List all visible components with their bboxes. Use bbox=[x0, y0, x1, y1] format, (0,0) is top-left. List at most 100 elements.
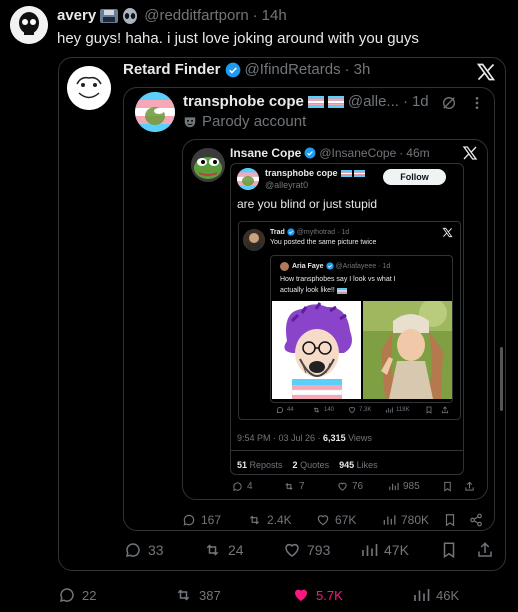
repost-icon bbox=[250, 515, 259, 525]
q2-like-count: 67K bbox=[335, 513, 357, 527]
q3-author-name[interactable]: Insane Cope bbox=[230, 146, 301, 160]
q3-reply-action[interactable]: 4 bbox=[232, 481, 253, 492]
trans-flag-emoji-icon bbox=[336, 287, 347, 294]
q5-avatar[interactable] bbox=[243, 229, 265, 251]
x-logo-icon bbox=[442, 227, 453, 238]
q4-quotes-link[interactable]: 2 Quotes bbox=[293, 460, 330, 470]
q3-avatar[interactable] bbox=[191, 148, 225, 182]
q6-tweet-text-line2: actually look like!! bbox=[280, 287, 335, 294]
outer-author-name[interactable]: avery bbox=[57, 7, 96, 24]
q6-handle[interactable]: @Ariafayeee bbox=[336, 263, 377, 270]
q4-timestamp-row: 9:54 PM · 03 Jul 26 · 6,315 Views bbox=[237, 433, 372, 443]
trans-flag-avatar-icon bbox=[135, 92, 175, 132]
bookmark-icon[interactable] bbox=[443, 513, 457, 527]
q1-repost-action[interactable]: 24 bbox=[203, 541, 244, 559]
dot-separator: · bbox=[252, 7, 258, 24]
q3-reply-count: 4 bbox=[247, 481, 253, 492]
q4-likes-label: Likes bbox=[354, 460, 378, 470]
q5-views-count: 118K bbox=[396, 407, 410, 413]
q2-views-action[interactable]: 780K bbox=[382, 513, 429, 527]
q6-time[interactable]: 1d bbox=[382, 263, 390, 270]
q1-avatar[interactable] bbox=[67, 66, 111, 110]
heart-icon bbox=[348, 407, 356, 414]
views-chart-icon bbox=[414, 589, 430, 601]
q5-tweet-text: You posted the same picture twice bbox=[270, 239, 377, 246]
bookmark-icon[interactable] bbox=[440, 541, 458, 559]
outer-like-action[interactable]: 5.7K bbox=[292, 586, 343, 604]
reply-icon bbox=[59, 588, 74, 603]
q1-like-action[interactable]: 793 bbox=[283, 541, 330, 559]
q2-handle[interactable]: @alle... bbox=[348, 93, 399, 110]
q2-avatar[interactable] bbox=[135, 92, 175, 132]
q4-reposts-link[interactable]: 51 Reposts bbox=[237, 460, 283, 470]
q5-like-action[interactable]: 7.3K bbox=[348, 406, 371, 414]
heart-icon bbox=[338, 482, 347, 491]
follow-button[interactable]: Follow bbox=[383, 169, 446, 185]
share-icon[interactable] bbox=[469, 513, 483, 527]
outer-views-action[interactable]: 46K bbox=[412, 586, 459, 604]
outer-time[interactable]: 14h bbox=[262, 7, 287, 24]
q2-repost-action[interactable]: 2.4K bbox=[247, 513, 292, 527]
scrollbar-thumb[interactable] bbox=[500, 347, 503, 411]
q4-likes-link[interactable]: 945 Likes bbox=[339, 460, 378, 470]
q1-reply-action[interactable]: 33 bbox=[124, 541, 164, 559]
q3-views-action[interactable]: 985 bbox=[388, 481, 420, 492]
q5-time[interactable]: 1d bbox=[341, 229, 349, 236]
q1-views-action[interactable]: 47K bbox=[360, 541, 409, 559]
reply-icon bbox=[183, 514, 195, 526]
q5-reply-action[interactable]: 44 bbox=[276, 406, 294, 414]
share-icon[interactable] bbox=[441, 406, 449, 414]
grok-icon[interactable] bbox=[441, 95, 457, 111]
outer-repost-action[interactable]: 387 bbox=[174, 586, 221, 604]
q3-like-action[interactable]: 76 bbox=[337, 481, 363, 492]
q4-author-name[interactable]: transphobe cope bbox=[265, 168, 338, 178]
q4-avatar[interactable] bbox=[237, 168, 259, 190]
outer-reply-count: 22 bbox=[82, 587, 97, 603]
outer-repost-count: 387 bbox=[199, 587, 221, 603]
q6-avatar[interactable] bbox=[280, 262, 289, 271]
q5-reply-count: 44 bbox=[287, 407, 294, 413]
verified-badge-icon bbox=[225, 62, 240, 77]
q2-author-name[interactable]: transphobe cope bbox=[183, 93, 304, 110]
wojak-drawing-image[interactable] bbox=[272, 301, 361, 399]
q3-time[interactable]: 46m bbox=[406, 146, 429, 160]
verified-badge-icon bbox=[287, 228, 295, 236]
q1-handle[interactable]: @IfindRetards bbox=[245, 61, 341, 78]
outer-avatar[interactable] bbox=[10, 6, 48, 44]
heart-icon bbox=[285, 543, 299, 557]
q5-handle[interactable]: @mythotrad bbox=[297, 229, 335, 236]
q4-handle[interactable]: @alleyrat0 bbox=[265, 180, 308, 190]
bookmark-icon[interactable] bbox=[442, 481, 453, 492]
q2-reply-action[interactable]: 167 bbox=[182, 513, 221, 527]
share-icon[interactable] bbox=[476, 541, 494, 559]
q1-author-name[interactable]: Retard Finder bbox=[123, 61, 221, 78]
q5-author-name[interactable]: Trad bbox=[270, 229, 285, 236]
q5-views-action[interactable]: 118K bbox=[385, 406, 410, 414]
parody-label: Parody account bbox=[202, 113, 307, 130]
q1-reply-count: 33 bbox=[148, 542, 164, 558]
q2-like-action[interactable]: 67K bbox=[316, 513, 356, 527]
verified-badge-icon bbox=[304, 147, 316, 159]
q1-time[interactable]: 3h bbox=[354, 61, 371, 78]
trans-flag-emoji-icon bbox=[307, 95, 344, 108]
q6-author-name[interactable]: Aria Faye bbox=[292, 263, 324, 270]
selfie-photo-image[interactable] bbox=[363, 301, 452, 399]
q4-quotes-label: Quotes bbox=[297, 460, 330, 470]
share-icon[interactable] bbox=[464, 481, 475, 492]
more-options-icon[interactable] bbox=[469, 95, 485, 111]
repost-icon bbox=[313, 407, 320, 413]
q2-reply-count: 167 bbox=[201, 513, 222, 527]
views-chart-icon bbox=[385, 407, 393, 413]
q3-repost-action[interactable]: 7 bbox=[283, 481, 305, 492]
q5-repost-action[interactable]: 140 bbox=[312, 406, 334, 414]
troll-face-avatar-icon bbox=[67, 66, 111, 110]
outer-reply-action[interactable]: 22 bbox=[58, 586, 96, 604]
q3-handle[interactable]: @InsaneCope bbox=[319, 146, 396, 160]
reply-icon bbox=[233, 482, 242, 491]
skull-avatar-icon bbox=[10, 6, 48, 44]
bookmark-icon[interactable] bbox=[425, 406, 433, 414]
verified-badge-icon bbox=[325, 262, 334, 270]
q6-tweet-text-line1: How transphobes say I look vs what I bbox=[280, 276, 396, 283]
outer-handle[interactable]: @redditfartporn bbox=[144, 7, 248, 24]
q2-time[interactable]: 1d bbox=[412, 93, 429, 110]
